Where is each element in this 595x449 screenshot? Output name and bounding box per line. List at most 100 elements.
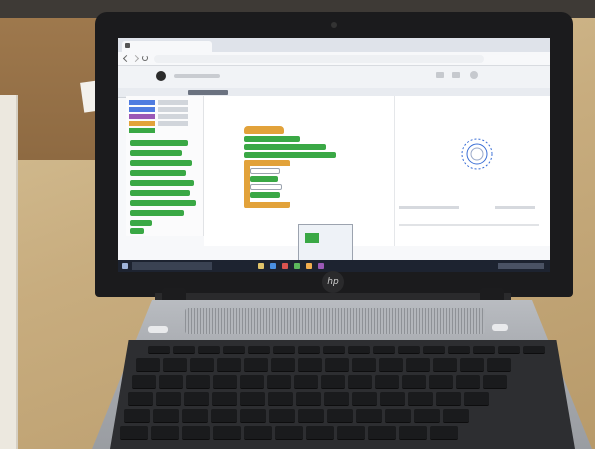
category-item[interactable] <box>129 114 155 119</box>
keyboard-key[interactable] <box>120 426 148 440</box>
keyboard-key[interactable] <box>321 375 345 389</box>
palette-block[interactable] <box>130 228 144 234</box>
keyboard-key[interactable] <box>136 358 160 372</box>
keyboard-key[interactable] <box>217 358 241 372</box>
script-block[interactable] <box>244 144 326 150</box>
keyboard-key[interactable] <box>324 392 349 406</box>
category-item[interactable] <box>158 100 188 105</box>
keyboard-key[interactable] <box>380 392 405 406</box>
keyboard-key[interactable] <box>423 346 445 354</box>
keyboard-key[interactable] <box>182 409 208 423</box>
keyboard-key[interactable] <box>198 346 220 354</box>
script-block[interactable] <box>250 176 278 182</box>
keyboard-key[interactable] <box>460 358 484 372</box>
taskbar-search-input[interactable] <box>132 262 212 270</box>
keyboard-key[interactable] <box>223 346 245 354</box>
keyboard-key[interactable] <box>248 346 270 354</box>
start-icon[interactable] <box>122 263 128 269</box>
keyboard-key[interactable] <box>213 375 237 389</box>
keyboard-key[interactable] <box>240 392 265 406</box>
keyboard-key[interactable] <box>323 346 345 354</box>
keyboard-key[interactable] <box>159 375 183 389</box>
keyboard-key[interactable] <box>399 426 427 440</box>
share-icon[interactable] <box>436 72 444 78</box>
keyboard-key[interactable] <box>414 409 440 423</box>
keyboard-key[interactable] <box>473 346 495 354</box>
palette-block[interactable] <box>130 200 196 206</box>
script-block[interactable] <box>250 184 282 190</box>
taskbar-app-icon[interactable] <box>318 263 324 269</box>
taskbar-app-icon[interactable] <box>282 263 288 269</box>
keyboard-key[interactable] <box>268 392 293 406</box>
keyboard-key[interactable] <box>294 375 318 389</box>
keyboard-key[interactable] <box>375 375 399 389</box>
keyboard-key[interactable] <box>298 358 322 372</box>
keyboard-key[interactable] <box>163 358 187 372</box>
keyboard-key[interactable] <box>429 375 453 389</box>
palette-block[interactable] <box>130 220 152 226</box>
keyboard-key[interactable] <box>269 409 295 423</box>
keyboard-key[interactable] <box>430 426 458 440</box>
taskbar-app-icon[interactable] <box>258 263 264 269</box>
category-item-selected[interactable] <box>129 128 155 133</box>
keyboard-key[interactable] <box>244 426 272 440</box>
script-block[interactable] <box>244 152 336 158</box>
category-item[interactable] <box>129 107 155 112</box>
keyboard-key[interactable] <box>448 346 470 354</box>
script-block[interactable] <box>244 136 300 142</box>
keyboard-key[interactable] <box>212 392 237 406</box>
keyboard-key[interactable] <box>337 426 365 440</box>
keyboard-key[interactable] <box>306 426 334 440</box>
keyboard-key[interactable] <box>406 358 430 372</box>
keyboard-key[interactable] <box>348 346 370 354</box>
category-item[interactable] <box>158 114 188 119</box>
palette-block[interactable] <box>130 140 188 146</box>
keyboard-key[interactable] <box>296 392 321 406</box>
palette-block[interactable] <box>130 170 186 176</box>
keyboard-key[interactable] <box>213 426 241 440</box>
keyboard-key[interactable] <box>443 409 469 423</box>
palette-block[interactable] <box>130 180 194 186</box>
keyboard-key[interactable] <box>456 375 480 389</box>
power-button[interactable] <box>148 326 168 333</box>
preview-window[interactable] <box>298 224 353 262</box>
keyboard-key[interactable] <box>267 375 291 389</box>
palette-block[interactable] <box>130 150 182 156</box>
category-item[interactable] <box>158 107 188 112</box>
keyboard-key[interactable] <box>298 409 324 423</box>
browser-tab[interactable] <box>122 41 212 52</box>
category-item[interactable] <box>158 121 188 126</box>
keyboard-key[interactable] <box>271 358 295 372</box>
keyboard-key[interactable] <box>402 375 426 389</box>
keyboard-key[interactable] <box>273 346 295 354</box>
palette-block[interactable] <box>130 210 184 216</box>
keyboard-key[interactable] <box>190 358 214 372</box>
keyboard-key[interactable] <box>182 426 210 440</box>
keyboard-key[interactable] <box>385 409 411 423</box>
keyboard-key[interactable] <box>356 409 382 423</box>
keyboard-key[interactable] <box>186 375 210 389</box>
keyboard-key[interactable] <box>436 392 461 406</box>
keyboard-key[interactable] <box>298 346 320 354</box>
taskbar-app-icon[interactable] <box>294 263 300 269</box>
taskbar-app-icon[interactable] <box>306 263 312 269</box>
keyboard-key[interactable] <box>244 358 268 372</box>
script-block[interactable] <box>250 192 280 198</box>
account-icon[interactable] <box>470 71 478 79</box>
keyboard-key[interactable] <box>352 358 376 372</box>
keyboard-key[interactable] <box>398 346 420 354</box>
category-item[interactable] <box>129 100 155 105</box>
url-field[interactable] <box>154 55 484 63</box>
keyboard-key[interactable] <box>464 392 489 406</box>
keyboard-key[interactable] <box>379 358 403 372</box>
keyboard-key[interactable] <box>148 346 170 354</box>
keyboard-key[interactable] <box>275 426 303 440</box>
system-tray[interactable] <box>498 263 544 269</box>
keyboard-key[interactable] <box>156 392 181 406</box>
keyboard-key[interactable] <box>132 375 156 389</box>
keyboard-key[interactable] <box>128 392 153 406</box>
taskbar-app-icon[interactable] <box>270 263 276 269</box>
script-block[interactable] <box>250 168 280 174</box>
keyboard-key[interactable] <box>153 409 179 423</box>
keyboard-key[interactable] <box>373 346 395 354</box>
